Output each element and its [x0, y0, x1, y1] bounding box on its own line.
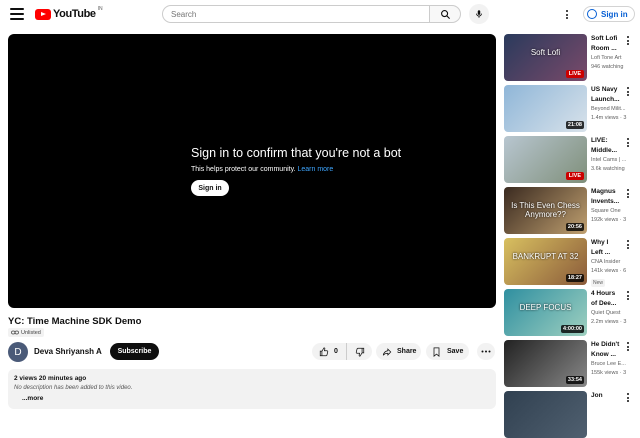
sign-in-label: Sign in	[601, 9, 628, 19]
duration-badge: 33:54	[565, 376, 584, 384]
show-more-link[interactable]: ...more	[22, 395, 43, 402]
microphone-icon	[476, 10, 482, 18]
share-icon	[382, 347, 392, 356]
live-badge: LIVE	[565, 70, 584, 78]
recommendation-channel[interactable]: CNA Insider	[591, 259, 631, 265]
thumbnail-overlay-text: Soft Lofi	[530, 48, 561, 57]
recommendation-item[interactable]: DEEP FOCUS 4:00:00 4 Hours of Dee... Quiet …	[504, 289, 640, 336]
recommendation-item[interactable]: 21:08 US Navy Launch... Beyond Milit... 1.4…	[504, 85, 640, 132]
menu-icon[interactable]	[10, 8, 24, 20]
bot-check-heading: Sign in to confirm that you're not a bot	[191, 146, 402, 160]
recommendation-thumbnail[interactable]: 21:08	[504, 85, 587, 132]
duration-badge: 21:08	[565, 121, 584, 129]
recommendation-item[interactable]: Soft Lofi LIVE Soft Lofi Room ... Lofi Tone…	[504, 34, 640, 81]
video-title: YC: Time Machine SDK Demo	[8, 316, 142, 327]
youtube-logo[interactable]: YouTube IN	[35, 6, 103, 20]
recommendation-menu-icon[interactable]	[627, 291, 630, 300]
sign-in-button[interactable]: Sign in	[583, 6, 635, 22]
share-button[interactable]: Share	[376, 343, 421, 360]
recommendation-stats: 1.4m views · 3	[591, 115, 627, 121]
recommendation-item[interactable]: LIVE LIVE: Middle... Intel Cams | ... 3.6k …	[504, 136, 640, 183]
recommendation-item[interactable]: BANKRUPT AT 32 18:27 Why I Left ... CNA Ins…	[504, 238, 640, 287]
top-bar: YouTube IN Sign in	[0, 0, 640, 28]
like-count: 0	[334, 348, 338, 355]
description-box[interactable]: 2 views 20 minutes ago No description ha…	[8, 369, 496, 409]
save-label: Save	[447, 348, 464, 355]
recommendation-stats: 155k views · 3	[591, 370, 627, 376]
dislike-button[interactable]	[347, 343, 372, 360]
recommendation-menu-icon[interactable]	[627, 36, 630, 45]
logo-text: YouTube	[53, 8, 96, 20]
voice-search-button[interactable]	[469, 4, 489, 24]
recommendation-item[interactable]: Is This Even Chess Anymore?? 20:56 Magnus …	[504, 187, 640, 234]
like-button[interactable]: 0	[312, 343, 347, 360]
recommendation-thumbnail[interactable]: Is This Even Chess Anymore?? 20:56	[504, 187, 587, 234]
channel-name[interactable]: Deva Shriyansh A	[34, 347, 102, 356]
recommendation-stats: 946 watching	[591, 64, 624, 70]
duration-badge: 20:56	[565, 223, 584, 231]
new-badge: New	[591, 279, 606, 287]
recommendation-menu-icon[interactable]	[627, 393, 630, 402]
recommendation-thumbnail[interactable]: LIVE	[504, 136, 587, 183]
learn-more-link[interactable]: Learn more	[297, 166, 333, 173]
recommendation-menu-icon[interactable]	[627, 240, 630, 249]
recommendation-channel[interactable]: Lofi Tone Art	[591, 55, 631, 61]
recommendation-channel[interactable]: Beyond Milit...	[591, 106, 631, 112]
thumbnail-overlay-text: DEEP FOCUS	[519, 303, 572, 312]
recommendation-channel[interactable]: Bruce Lee E...	[591, 361, 631, 367]
recommendation-thumbnail[interactable]: Soft Lofi LIVE	[504, 34, 587, 81]
recommendation-stats: 3.6k watching	[591, 166, 625, 172]
recommendation-item[interactable]: Jon	[504, 391, 640, 438]
thumbs-up-icon	[319, 346, 329, 356]
recommendation-stats: 141k views · 6	[591, 268, 627, 274]
youtube-play-icon	[35, 8, 51, 20]
recommendation-thumbnail[interactable]: DEEP FOCUS 4:00:00	[504, 289, 587, 336]
recommendation-menu-icon[interactable]	[627, 138, 630, 147]
more-horizontal-icon	[481, 350, 491, 353]
live-badge: LIVE	[565, 172, 584, 180]
recommendation-item[interactable]: 33:54 He Didn't Know ... Bruce Lee E... 155…	[504, 340, 640, 387]
recommendation-menu-icon[interactable]	[627, 189, 630, 198]
bookmark-icon	[433, 346, 440, 357]
account-icon	[587, 9, 597, 19]
bot-check-message: This helps protect our community.	[191, 166, 296, 173]
share-label: Share	[397, 348, 417, 355]
recommendation-thumbnail[interactable]: 33:54	[504, 340, 587, 387]
duration-badge: 4:00:00	[561, 325, 584, 333]
search-button[interactable]	[429, 5, 461, 23]
recommendation-thumbnail[interactable]	[504, 391, 587, 438]
save-button[interactable]: Save	[426, 343, 469, 360]
recommendation-channel[interactable]: Intel Cams | ...	[591, 157, 631, 163]
logo-country: IN	[97, 6, 103, 12]
search-icon	[440, 9, 450, 19]
visibility-label: Unlisted	[21, 329, 41, 336]
duration-badge: 18:27	[565, 274, 584, 282]
thumbs-down-icon	[355, 347, 364, 357]
recommendation-channel[interactable]: Quiet Quest	[591, 310, 631, 316]
thumbnail-overlay-text: Is This Even Chess Anymore??	[511, 201, 580, 219]
subscribe-button[interactable]: Subscribe	[110, 343, 159, 360]
player-sign-in-button[interactable]: Sign in	[191, 180, 229, 196]
search-input[interactable]	[162, 5, 430, 23]
channel-avatar[interactable]: D	[8, 342, 28, 362]
more-actions-button[interactable]	[477, 343, 495, 360]
recommendation-menu-icon[interactable]	[627, 87, 630, 96]
unlisted-badge: Unlisted	[8, 328, 44, 337]
like-dislike-group: 0	[312, 343, 372, 360]
description-text: No description has been added to this vi…	[14, 385, 133, 391]
recommendation-stats: 2.2m views · 3	[591, 319, 627, 325]
recommendation-channel[interactable]: Square One	[591, 208, 631, 214]
link-icon	[11, 330, 19, 335]
recommendation-stats: 192k views · 3	[591, 217, 627, 223]
settings-more-icon[interactable]	[566, 10, 569, 19]
recommendation-thumbnail[interactable]: BANKRUPT AT 32 18:27	[504, 238, 587, 285]
video-meta: 2 views 20 minutes ago	[14, 375, 87, 382]
bot-check-subtext: This helps protect our community. Learn …	[191, 166, 333, 173]
thumbnail-overlay-text: BANKRUPT AT 32	[512, 252, 579, 261]
recommendation-menu-icon[interactable]	[627, 342, 630, 351]
